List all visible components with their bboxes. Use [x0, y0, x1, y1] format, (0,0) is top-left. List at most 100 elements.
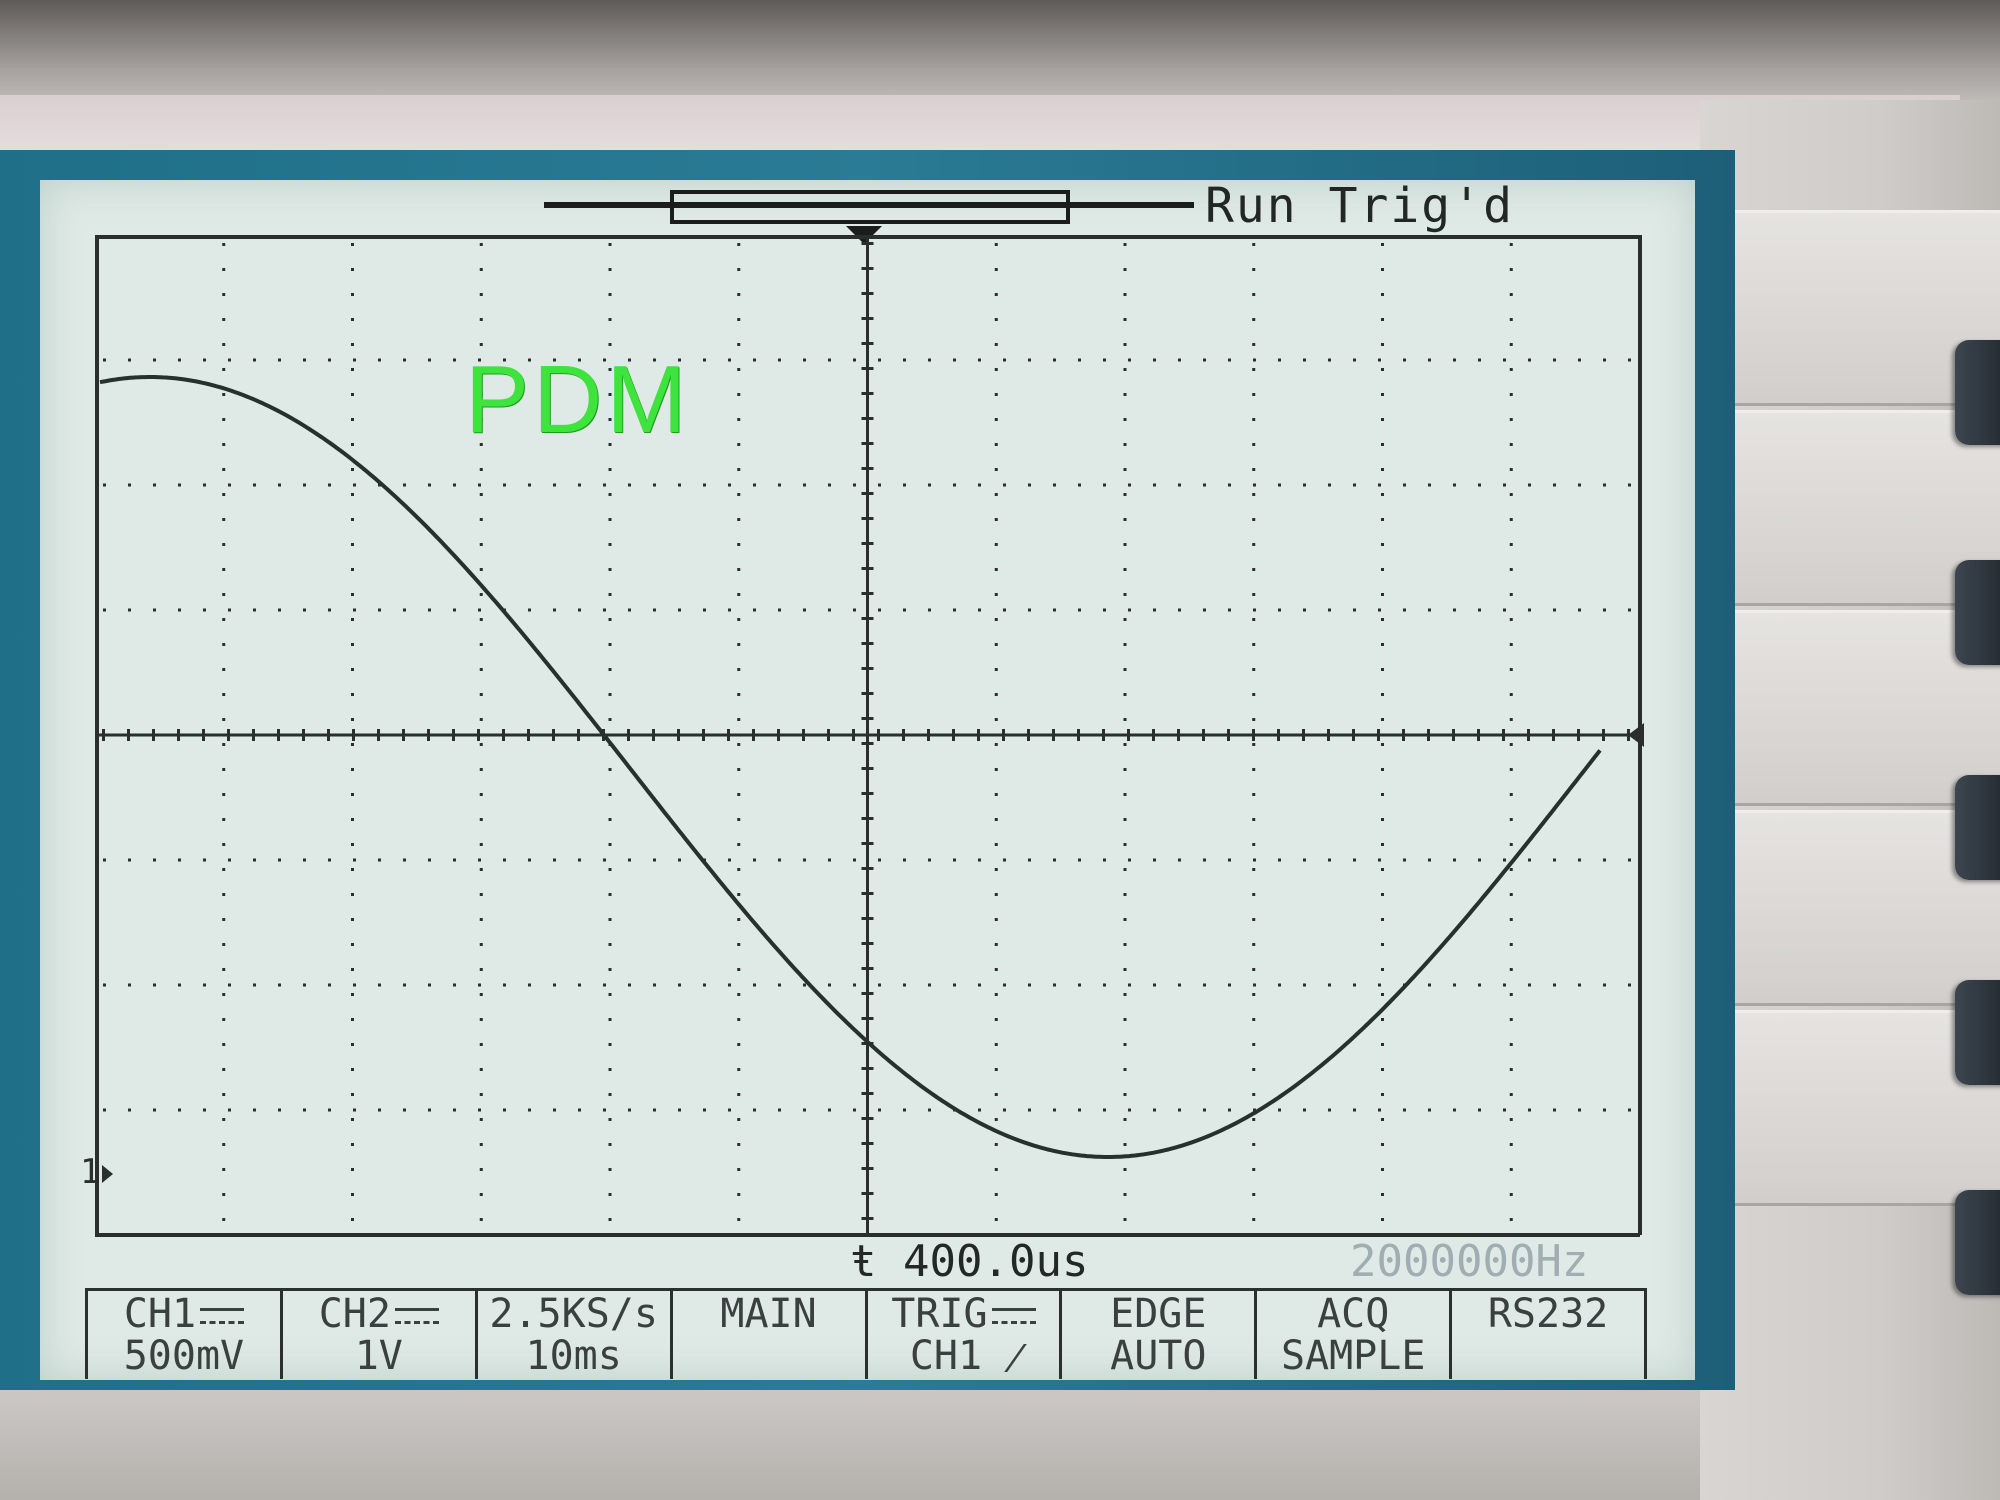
- grid-dot: [678, 483, 681, 487]
- grid-dot: [803, 858, 806, 862]
- grid-dot: [503, 483, 506, 487]
- grid-dot: [1381, 493, 1384, 496]
- menu-ch1[interactable]: CH1 500mV: [85, 1291, 280, 1379]
- grid-dot: [608, 693, 612, 696]
- grid-dot: [1252, 643, 1256, 646]
- grid-dot: [479, 1068, 483, 1071]
- grid-dot: [978, 358, 981, 362]
- grid-dot: [1509, 1093, 1513, 1096]
- menu-timebase[interactable]: 2.5KS/s 10ms: [474, 1291, 670, 1379]
- grid-dot: [351, 443, 354, 446]
- grid-dot: [753, 983, 756, 987]
- grid-dot: [1123, 1018, 1127, 1021]
- grid-dot: [479, 1043, 483, 1046]
- grid-dot: [153, 358, 156, 362]
- grid-dot: [737, 668, 741, 671]
- grid-dot: [753, 1108, 756, 1112]
- grid-dot: [737, 818, 741, 821]
- grid-dot: [1123, 793, 1127, 796]
- grid-dot: [737, 468, 741, 471]
- grid-dot: [1403, 358, 1406, 362]
- grid-dot: [1403, 858, 1406, 862]
- menu-acquire[interactable]: ACQ SAMPLE: [1254, 1291, 1449, 1379]
- grid-dot: [351, 543, 354, 546]
- menu-trigger[interactable]: TRIG CH1: [864, 1291, 1060, 1379]
- grid-dot: [737, 543, 741, 546]
- grid-dot: [1403, 1108, 1406, 1112]
- grid-dot: [1203, 483, 1206, 487]
- grid-dot: [1252, 593, 1256, 596]
- ch1-waveform-trace: [99, 375, 1602, 1159]
- grid-dot: [222, 243, 226, 246]
- grid-dot: [1252, 243, 1256, 246]
- grid-dot: [1253, 483, 1256, 487]
- grid-dot: [1252, 1068, 1256, 1071]
- grid-dot: [351, 768, 354, 771]
- grid-dot: [1381, 1043, 1384, 1046]
- grid-dot: [328, 483, 331, 487]
- grid-dot: [1378, 608, 1381, 612]
- grid-dot: [1509, 918, 1513, 921]
- grid-dot: [203, 483, 206, 487]
- grid-dot: [222, 618, 226, 621]
- grid-dot: [278, 983, 281, 987]
- grid-dot: [1053, 983, 1056, 987]
- grid-dot: [103, 983, 106, 987]
- grid-dot: [378, 858, 381, 862]
- grid-dot: [1103, 608, 1106, 612]
- grid-dot: [479, 768, 483, 771]
- grid-dot: [1628, 983, 1631, 987]
- grid-dot: [1228, 858, 1231, 862]
- menu-trigger-mode[interactable]: EDGE AUTO: [1059, 1291, 1254, 1379]
- menu-rs232[interactable]: RS232: [1449, 1291, 1647, 1379]
- menu-ch2[interactable]: CH2 1V: [279, 1291, 475, 1379]
- grid-dot: [994, 793, 998, 796]
- bottom-menu-bar: CH1 500mV CH2 1V 2.5KS/s 10ms MAIN TRIG …: [85, 1288, 1647, 1379]
- menu-ch2-scale: 1V: [354, 1333, 403, 1379]
- grid-dot: [994, 343, 998, 346]
- grid-dot: [994, 943, 998, 946]
- grid-dot: [608, 793, 612, 796]
- grid-dot: [222, 993, 226, 996]
- menu-trig-title: TRIG: [891, 1291, 988, 1337]
- grid-dot: [1628, 858, 1631, 862]
- grid-dot: [222, 643, 226, 646]
- grid-dot: [903, 1108, 906, 1112]
- grid-dot: [1553, 983, 1556, 987]
- grid-dot: [1252, 993, 1256, 996]
- grid-dot: [278, 358, 281, 362]
- grid-dot: [1252, 968, 1256, 971]
- grid-dot: [1252, 443, 1256, 446]
- grid-dot: [953, 983, 956, 987]
- grid-dot: [994, 443, 998, 446]
- grid-dot: [803, 1108, 806, 1112]
- grid-dot: [351, 1193, 354, 1196]
- menu-ch2-title: CH2: [318, 1291, 391, 1337]
- grid-dot: [1253, 358, 1256, 362]
- grid-dot: [1328, 358, 1331, 362]
- grid-dot: [608, 268, 612, 271]
- grid-dot: [653, 608, 656, 612]
- grid-dot: [453, 983, 456, 987]
- grid-dot: [1278, 358, 1281, 362]
- grid-dot: [737, 418, 741, 421]
- grid-dot: [1153, 483, 1156, 487]
- grid-dot: [1123, 1143, 1127, 1146]
- grid-dot: [608, 668, 612, 671]
- grid-dot: [353, 358, 356, 362]
- ch1-marker-arrow-icon: [102, 1164, 114, 1183]
- grid-dot: [1123, 1118, 1127, 1121]
- grid-dot: [222, 393, 226, 396]
- grid-dot: [737, 1093, 741, 1096]
- grid-dot: [1252, 1093, 1256, 1096]
- grid-dot: [1128, 358, 1131, 362]
- grid-dot: [1453, 483, 1456, 487]
- grid-dot: [1428, 358, 1431, 362]
- grid-dot: [1123, 768, 1127, 771]
- grid-dot: [728, 1108, 731, 1112]
- grid-dot: [994, 318, 998, 321]
- grid-dot: [1303, 983, 1306, 987]
- grid-dot: [1381, 643, 1384, 646]
- menu-main[interactable]: MAIN: [669, 1291, 865, 1379]
- grid-dot: [728, 483, 731, 487]
